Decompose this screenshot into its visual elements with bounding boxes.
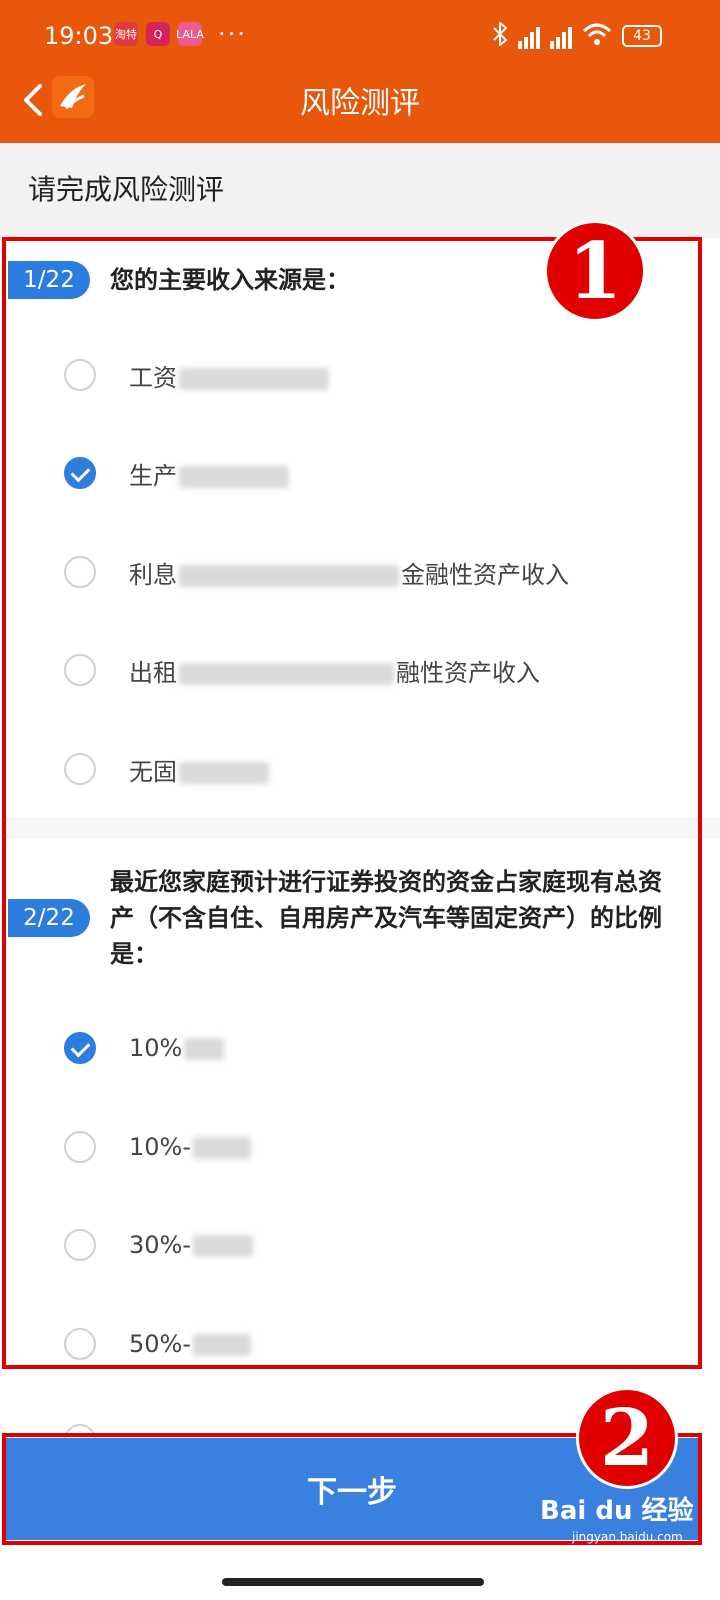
wifi-icon xyxy=(582,22,612,50)
battery-icon: 43 xyxy=(622,25,662,47)
annotation-marker-2: 2 xyxy=(576,1387,678,1489)
status-overflow: ··· xyxy=(218,20,247,48)
status-app-icons: 淘特 Q LALA xyxy=(114,22,204,46)
baidu-watermark: Bai du 经验 xyxy=(540,1496,694,1526)
subheader-text: 请完成风险测评 xyxy=(28,173,225,206)
page-title: 风险测评 xyxy=(300,86,420,121)
status-time: 19:03 xyxy=(44,22,114,50)
signal-icon xyxy=(518,23,540,49)
annotation-marker-1: 1 xyxy=(544,220,646,322)
baidu-watermark-url: jingyan.baidu.com xyxy=(572,1530,683,1544)
annotation-frame-1 xyxy=(2,237,702,1369)
home-indicator[interactable] xyxy=(222,1578,484,1586)
lala-app-icon: LALA xyxy=(176,22,204,46)
status-indicators: 43 xyxy=(492,20,662,50)
taote-app-icon: 淘特 xyxy=(114,22,138,46)
bluetooth-icon xyxy=(492,20,508,50)
signal-icon-2 xyxy=(550,23,572,49)
q-app-icon: Q xyxy=(146,22,170,46)
